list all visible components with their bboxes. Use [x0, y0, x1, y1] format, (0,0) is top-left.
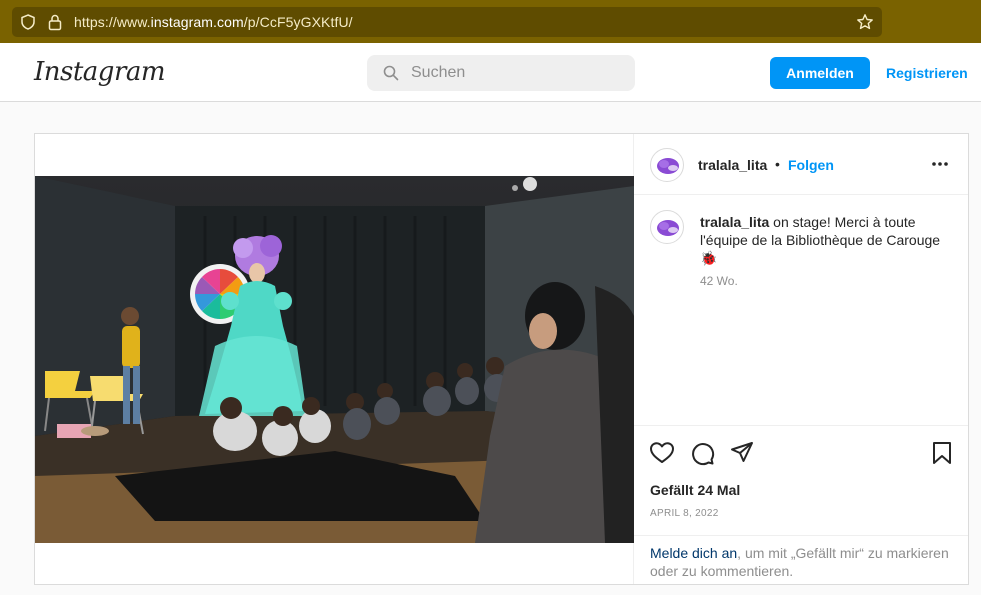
avatar[interactable] [650, 148, 684, 182]
shield-icon[interactable] [20, 14, 36, 30]
caption-avatar[interactable] [650, 210, 684, 244]
post-header: tralala_lita • Folgen [634, 134, 968, 195]
url-path: /p/CcF5yGXKtfU/ [243, 14, 353, 30]
follow-button[interactable]: Folgen [788, 157, 834, 173]
address-bar[interactable]: https://www.instagram.com/p/CcF5yGXKtfU/ [12, 7, 882, 37]
login-button[interactable]: Anmelden [770, 57, 870, 89]
post-caption: tralala_lita on stage! Merci à toute l'é… [700, 213, 950, 267]
search-placeholder: Suchen [411, 64, 466, 81]
avatar-image [657, 220, 679, 236]
post-actions: Gefällt 24 Mal APRIL 8, 2022 [634, 425, 968, 543]
login-prompt: Melde dich an, um mit „Gefällt mir“ zu m… [634, 535, 968, 584]
instagram-header: Instagram Suchen Anmelden Registrieren [0, 43, 981, 102]
caption-timestamp[interactable]: 42 Wo. [700, 274, 738, 288]
post-sidebar: tralala_lita • Folgen tralala_lita on st… [634, 134, 968, 584]
post-photo[interactable] [35, 176, 634, 543]
post-card: tralala_lita • Folgen tralala_lita on st… [34, 133, 969, 585]
instagram-logo[interactable]: Instagram [34, 57, 166, 87]
share-icon[interactable] [729, 440, 755, 466]
url-domain: instagram.com [150, 14, 244, 30]
bookmark-icon[interactable] [929, 440, 955, 466]
search-icon [383, 65, 399, 81]
caption-username[interactable]: tralala_lita [700, 214, 769, 230]
caption-area: tralala_lita on stage! Merci à toute l'é… [634, 196, 968, 424]
url-prefix: https://www. [74, 14, 151, 30]
separator-dot: • [775, 156, 780, 172]
more-icon[interactable] [930, 156, 950, 172]
post-media [35, 134, 634, 584]
browser-toolbar: https://www.instagram.com/p/CcF5yGXKtfU/ [0, 0, 981, 43]
heart-icon[interactable] [649, 440, 675, 466]
post-username[interactable]: tralala_lita [698, 157, 767, 173]
star-icon[interactable] [856, 13, 874, 31]
comment-icon[interactable] [689, 440, 715, 466]
avatar-image [657, 158, 679, 174]
url-text[interactable]: https://www.instagram.com/p/CcF5yGXKtfU/ [74, 14, 353, 30]
login-link[interactable]: Melde dich an [650, 545, 737, 561]
post-date[interactable]: APRIL 8, 2022 [650, 508, 719, 519]
register-link[interactable]: Registrieren [886, 65, 968, 81]
lock-icon[interactable] [48, 13, 62, 31]
search-input[interactable]: Suchen [367, 55, 635, 91]
like-count[interactable]: Gefällt 24 Mal [650, 482, 740, 498]
